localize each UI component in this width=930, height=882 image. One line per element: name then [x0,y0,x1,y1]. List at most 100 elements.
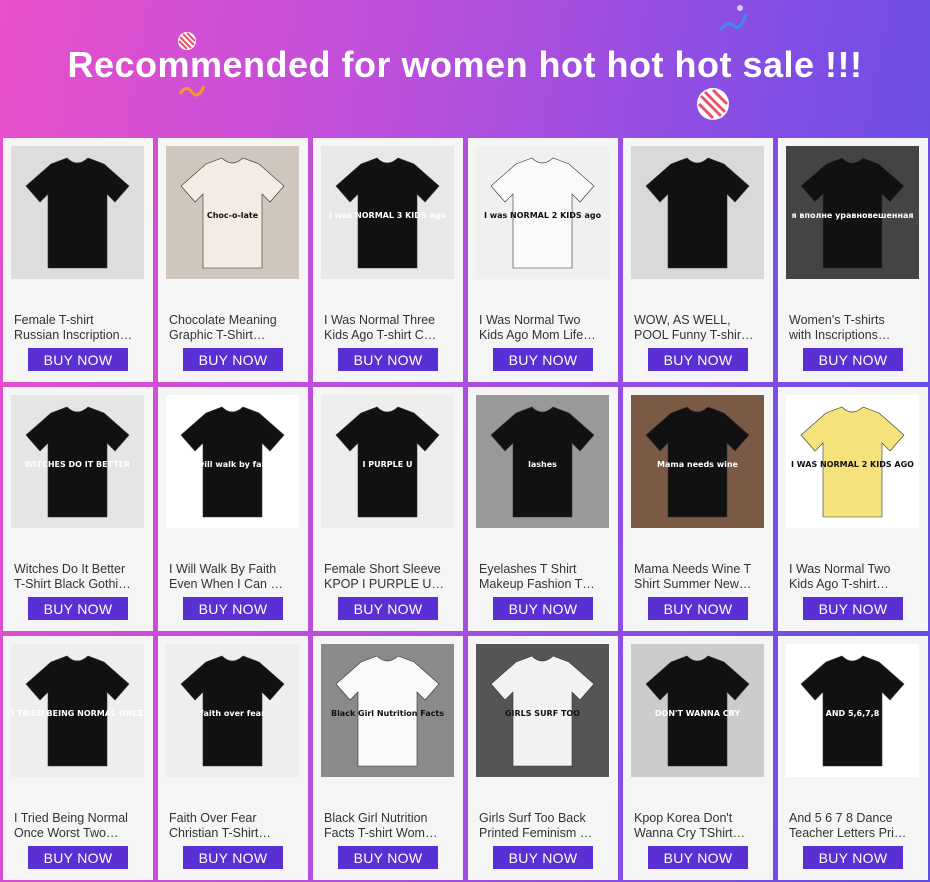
product-card[interactable]: I was NORMAL 3 KIDS ago I Was Normal Thre… [313,138,463,382]
product-title[interactable]: Black Girl Nutrition Facts T-shirt Wom… [324,811,452,841]
product-title[interactable]: Chocolate Meaning Graphic T-Shirt… [169,313,297,343]
product-card[interactable]: Female T-shirt Russian Inscription… BUY NO… [3,138,153,382]
buy-now-button[interactable]: BUY NOW [338,846,438,869]
product-card[interactable]: AND 5,6,7,8 And 5 6 7 8 Dance Teacher Lett… [778,636,928,880]
ribbon-decoration-icon [718,5,748,31]
shirt-print-text: faith over fear [200,709,265,718]
product-image[interactable]: AND 5,6,7,8 [786,644,919,777]
shirt-print-text: I will walk by faith [191,460,274,469]
product-title[interactable]: Female Short Sleeve KPOP I PURPLE U… [324,562,452,592]
product-card[interactable]: I will walk by faith I Will Walk By Faith… [158,387,308,631]
product-card[interactable]: Black Girl Nutrition Facts Black Girl Nut… [313,636,463,880]
product-card[interactable]: lashes Eyelashes T Shirt Makeup Fashion T…… [468,387,618,631]
product-image[interactable]: I was NORMAL 2 KIDS ago [476,146,609,279]
buy-now-button[interactable]: BUY NOW [338,597,438,620]
product-title[interactable]: I Was Normal Two Kids Ago Mom Life… [479,313,607,343]
product-title-line: I Will Walk By Faith [169,562,277,576]
product-image[interactable]: DON'T WANNA CRY [631,644,764,777]
buy-now-button[interactable]: BUY NOW [803,846,903,869]
product-image[interactable]: I TRIED BEING NORMAL ONCE [11,644,144,777]
shirt-print-text: Choc-o-late [207,211,259,220]
product-title[interactable]: I Will Walk By Faith Even When I Can … [169,562,297,592]
product-title[interactable]: Female T-shirt Russian Inscription… [14,313,142,343]
tshirt-photo-icon: I TRIED BEING NORMAL ONCE [11,644,144,777]
tshirt-photo-icon: I PURPLE U [321,395,454,528]
product-image[interactable]: I WAS NORMAL 2 KIDS AGO [786,395,919,528]
buy-now-button[interactable]: BUY NOW [28,597,128,620]
product-title[interactable]: I Tried Being Normal Once Worst Two… [14,811,142,841]
product-title-line: Facts T-shirt Wom… [324,826,438,840]
product-title[interactable]: Girls Surf Too Back Printed Feminism … [479,811,607,841]
buy-now-button[interactable]: BUY NOW [28,348,128,371]
shirt-print-text: lashes [528,460,557,469]
product-image[interactable]: I was NORMAL 3 KIDS ago [321,146,454,279]
product-title-line: Chocolate Meaning [169,313,277,327]
tshirt-photo-icon: I was NORMAL 2 KIDS ago [476,146,609,279]
tshirt-photo-icon: I WAS NORMAL 2 KIDS AGO [786,395,919,528]
product-card[interactable]: GIRLS SURF TOO Girls Surf Too Back Printed… [468,636,618,880]
buy-now-button[interactable]: BUY NOW [803,348,903,371]
buy-now-button[interactable]: BUY NOW [648,846,748,869]
product-image[interactable]: Black Girl Nutrition Facts [321,644,454,777]
product-title-line: I Was Normal Three [324,313,436,327]
buy-now-button[interactable]: BUY NOW [338,348,438,371]
product-title[interactable]: I Was Normal Two Kids Ago T-shirt… [789,562,917,592]
product-card[interactable]: I WAS NORMAL 2 KIDS AGO I Was Normal Two K… [778,387,928,631]
buy-now-button[interactable]: BUY NOW [493,348,593,371]
buy-now-button[interactable]: BUY NOW [648,597,748,620]
product-card[interactable]: I PURPLE U Female Short Sleeve KPOP I PURP… [313,387,463,631]
product-title[interactable]: Mama Needs Wine T Shirt Summer New… [634,562,762,592]
product-card[interactable]: Mama needs wine Mama Needs Wine T Shirt Su… [623,387,773,631]
tshirt-photo-icon: DON'T WANNA CRY [631,644,764,777]
product-image[interactable]: Choc-o-late [166,146,299,279]
product-card[interactable]: I was NORMAL 2 KIDS ago I Was Normal Two K… [468,138,618,382]
product-image[interactable]: WITCHES DO IT BETTER [11,395,144,528]
buy-now-button[interactable]: BUY NOW [183,348,283,371]
product-image[interactable]: я вполне уравновешенная [786,146,919,279]
shirt-print-text: I TRIED BEING NORMAL ONCE [11,709,143,718]
product-title-line: Kids Ago T-shirt C… [324,328,437,342]
product-title[interactable]: Kpop Korea Don't Wanna Cry TShirt… [634,811,762,841]
product-title[interactable]: Witches Do It Better T-Shirt Black Gothi… [14,562,142,592]
product-title-line: Women's T-shirts [789,313,885,327]
product-title[interactable]: And 5 6 7 8 Dance Teacher Letters Pri… [789,811,917,841]
buy-now-button[interactable]: BUY NOW [493,597,593,620]
product-image[interactable]: Mama needs wine [631,395,764,528]
buy-now-button[interactable]: BUY NOW [648,348,748,371]
tshirt-photo-icon: I will walk by faith [166,395,299,528]
product-title[interactable]: WOW, AS WELL, POOL Funny T-shir… [634,313,762,343]
product-title[interactable]: I Was Normal Three Kids Ago T-shirt C… [324,313,452,343]
product-card[interactable]: WITCHES DO IT BETTER Witches Do It Better… [3,387,153,631]
product-title-line: Black Girl Nutrition [324,811,428,825]
shirt-print-text: I PURPLE U [363,460,413,469]
product-title[interactable]: Women's T-shirts with Inscriptions… [789,313,917,343]
buy-now-button[interactable]: BUY NOW [803,597,903,620]
product-image[interactable]: I PURPLE U [321,395,454,528]
buy-now-button[interactable]: BUY NOW [493,846,593,869]
product-image[interactable] [11,146,144,279]
product-title[interactable]: Eyelashes T Shirt Makeup Fashion T… [479,562,607,592]
product-card[interactable]: Choc-o-late Chocolate Meaning Graphic T-Sh… [158,138,308,382]
product-image[interactable]: faith over fear [166,644,299,777]
product-title-line: WOW, AS WELL, [634,313,731,327]
product-card[interactable]: faith over fear Faith Over Fear Christian … [158,636,308,880]
product-title-line: with Inscriptions… [789,328,891,342]
product-title-line: Printed Feminism … [479,826,593,840]
product-card[interactable]: DON'T WANNA CRY Kpop Korea Don't Wanna Cry… [623,636,773,880]
product-title-line: Kpop Korea Don't [634,811,733,825]
buy-now-button[interactable]: BUY NOW [183,846,283,869]
product-card[interactable]: я вполне уравновешенная Women's T-shirts w… [778,138,928,382]
product-title-line: Kids Ago T-shirt… [789,577,889,591]
product-image[interactable]: I will walk by faith [166,395,299,528]
buy-now-button[interactable]: BUY NOW [183,597,283,620]
product-card[interactable]: I TRIED BEING NORMAL ONCE I Tried Being N… [3,636,153,880]
tshirt-photo-icon: Choc-o-late [166,146,299,279]
product-title[interactable]: Faith Over Fear Christian T-Shirt… [169,811,297,841]
tshirt-photo-icon: AND 5,6,7,8 [786,644,919,777]
product-image[interactable] [631,146,764,279]
product-card[interactable]: WOW, AS WELL, POOL Funny T-shir… BUY NOW [623,138,773,382]
buy-now-button[interactable]: BUY NOW [28,846,128,869]
product-image[interactable]: GIRLS SURF TOO [476,644,609,777]
product-image[interactable]: lashes [476,395,609,528]
product-title-line: Graphic T-Shirt… [169,328,266,342]
